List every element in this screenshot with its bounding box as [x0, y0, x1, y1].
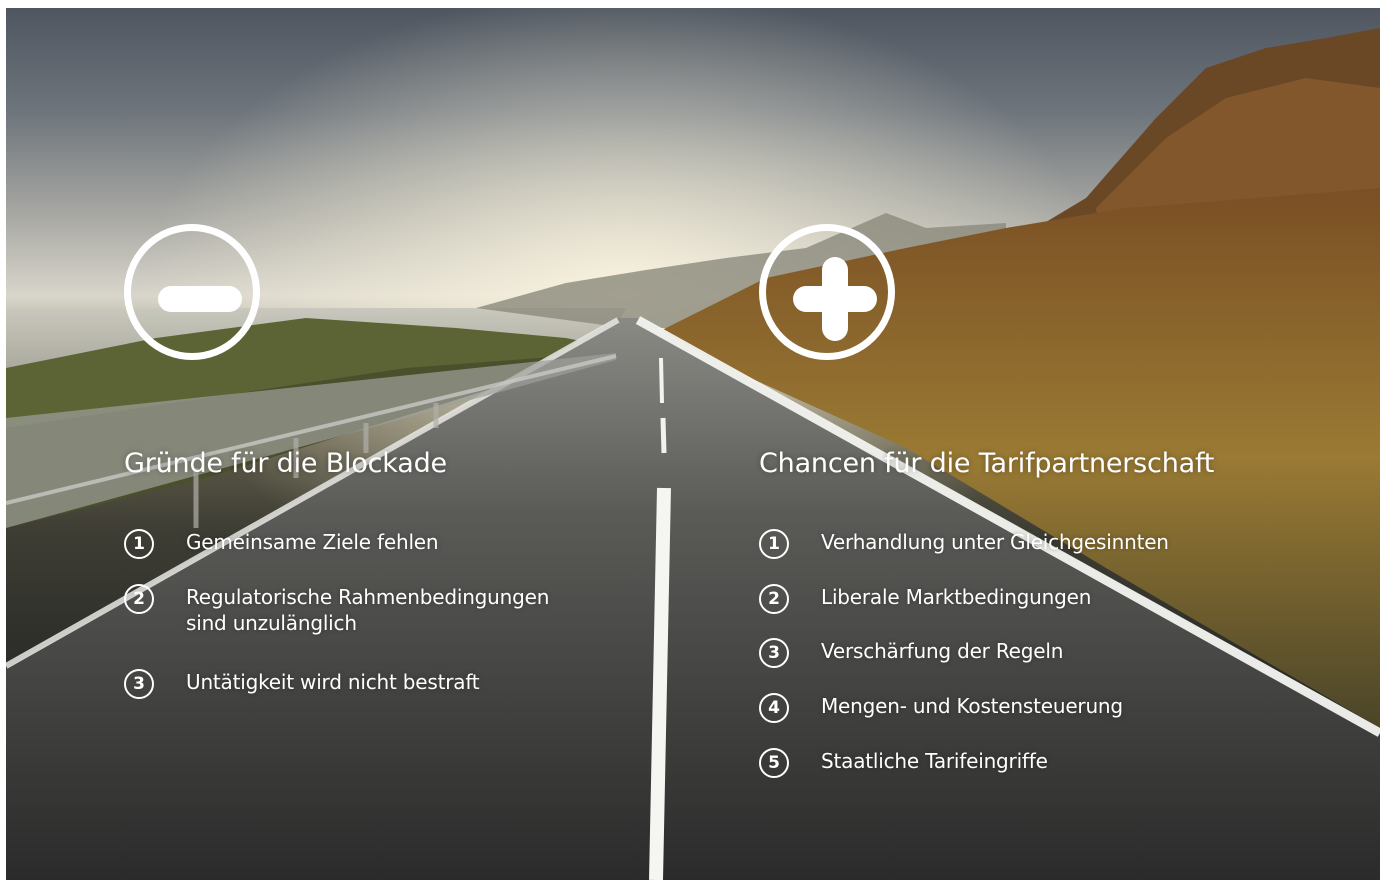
number-badge: 3	[124, 669, 154, 699]
left-heading: Gründe für die Blockade	[124, 448, 447, 479]
number-badge: 1	[124, 529, 154, 559]
left-item-3: 3 Untätigkeit wird nicht bestraft	[124, 669, 480, 699]
right-item-5: 5 Staatliche Tarifeingriffe	[759, 748, 1048, 778]
item-label: Staatliche Tarifeingriffe	[821, 749, 1048, 773]
minus-icon	[158, 286, 242, 312]
road-landscape-image	[6, 8, 1380, 880]
right-item-3: 3 Verschärfung der Regeln	[759, 638, 1063, 668]
left-item-2: 2 Regulatorische Rahmenbedingungen sind …	[124, 584, 549, 636]
number-badge: 2	[124, 584, 154, 614]
item-label: Regulatorische Rahmenbedingungen sind un…	[186, 584, 549, 636]
item-label-line-1: Regulatorische Rahmenbedingungen	[186, 585, 550, 609]
right-item-2: 2 Liberale Marktbedingungen	[759, 584, 1091, 614]
number-badge: 5	[759, 748, 789, 778]
item-label-line-2: sind unzulänglich	[186, 611, 357, 635]
item-label: Mengen- und Kostensteuerung	[821, 694, 1123, 718]
item-label: Liberale Marktbedingungen	[821, 585, 1092, 609]
number-badge: 1	[759, 529, 789, 559]
item-label: Gemeinsame Ziele fehlen	[186, 530, 439, 554]
minus-circle-icon	[124, 224, 260, 360]
plus-icon-vertical	[822, 257, 848, 341]
plus-circle-icon	[759, 224, 895, 360]
number-badge: 3	[759, 638, 789, 668]
background-photo: Gründe für die Blockade 1 Gemeinsame Zie…	[6, 8, 1380, 880]
number-badge: 4	[759, 693, 789, 723]
item-label: Verschärfung der Regeln	[821, 639, 1064, 663]
right-heading: Chancen für die Tarifpartnerschaft	[759, 448, 1215, 479]
item-label: Verhandlung unter Gleichgesinnten	[821, 530, 1169, 554]
right-item-4: 4 Mengen- und Kostensteuerung	[759, 693, 1123, 723]
right-item-1: 1 Verhandlung unter Gleichgesinnten	[759, 529, 1169, 559]
left-item-1: 1 Gemeinsame Ziele fehlen	[124, 529, 439, 559]
number-badge: 2	[759, 584, 789, 614]
item-label: Untätigkeit wird nicht bestraft	[186, 670, 480, 694]
